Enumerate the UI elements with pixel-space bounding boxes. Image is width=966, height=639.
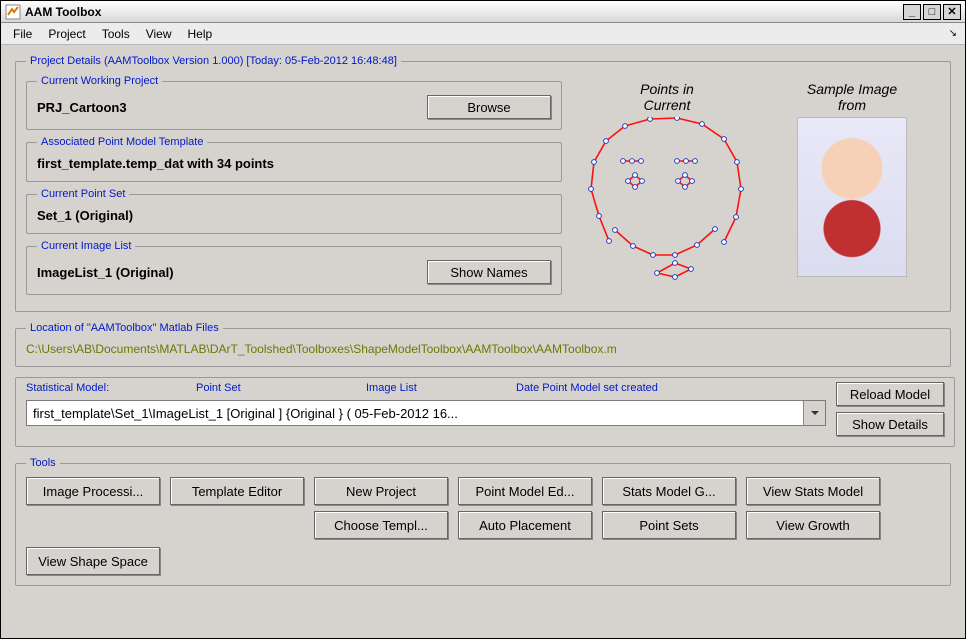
window-buttons: _ □ ✕ xyxy=(901,4,961,20)
cps-legend: Current Point Set xyxy=(37,188,129,200)
point-model-editor-button[interactable]: Point Model Ed... xyxy=(458,477,592,505)
image-processing-button[interactable]: Image Processi... xyxy=(26,477,160,505)
cps-group: Current Point Set Set_1 (Original) xyxy=(26,188,562,234)
sample-caption: Sample Image from xyxy=(782,81,922,113)
sample-image xyxy=(797,117,907,277)
choose-template-button[interactable]: Choose Templ... xyxy=(314,511,448,539)
app-icon xyxy=(5,4,21,20)
stat-lbl-model: Statistical Model: xyxy=(26,382,196,394)
view-shape-space-button[interactable]: View Shape Space xyxy=(26,547,160,575)
client-area: Project Details (AAMToolbox Version 1.00… xyxy=(1,45,965,638)
location-group: Location of "AAMToolbox" Matlab Files C:… xyxy=(15,322,951,367)
close-button[interactable]: ✕ xyxy=(943,4,961,20)
stat-lbl-pointset: Point Set xyxy=(196,382,366,394)
cwp-legend: Current Working Project xyxy=(37,75,162,87)
menu-help[interactable]: Help xyxy=(180,24,221,44)
new-project-button[interactable]: New Project xyxy=(314,477,448,505)
template-editor-button[interactable]: Template Editor xyxy=(170,477,304,505)
cil-legend: Current Image List xyxy=(37,240,135,252)
menu-project[interactable]: Project xyxy=(40,24,93,44)
menu-tools[interactable]: Tools xyxy=(94,24,138,44)
show-details-button[interactable]: Show Details xyxy=(836,412,944,436)
view-growth-button[interactable]: View Growth xyxy=(746,511,880,539)
titlebar: AAM Toolbox _ □ ✕ xyxy=(1,1,965,23)
stats-model-g-button[interactable]: Stats Model G... xyxy=(602,477,736,505)
window-title: AAM Toolbox xyxy=(25,5,901,19)
points-plot xyxy=(577,117,757,297)
apmt-legend: Associated Point Model Template xyxy=(37,136,207,148)
apmt-group: Associated Point Model Template first_te… xyxy=(26,136,562,182)
app-window: AAM Toolbox _ □ ✕ File Project Tools Vie… xyxy=(0,0,966,639)
stat-lbl-date: Date Point Model set created xyxy=(516,382,736,394)
sample-preview: Sample Image from xyxy=(782,81,922,277)
tools-group: Tools Image Processi... Template Editor … xyxy=(15,457,951,586)
menubar: File Project Tools View Help ↘ xyxy=(1,23,965,45)
points-preview: Points in Current xyxy=(572,81,762,300)
maximize-button[interactable]: □ xyxy=(923,4,941,20)
cil-group: Current Image List ImageList_1 (Original… xyxy=(26,240,562,295)
project-details-group: Project Details (AAMToolbox Version 1.00… xyxy=(15,55,951,312)
chevron-down-icon[interactable] xyxy=(803,401,825,425)
location-path: C:\Users\AB\Documents\MATLAB\DArT_Toolsh… xyxy=(26,342,940,356)
point-sets-button[interactable]: Point Sets xyxy=(602,511,736,539)
cwp-group: Current Working Project PRJ_Cartoon3 Bro… xyxy=(26,75,562,130)
menu-file[interactable]: File xyxy=(5,24,40,44)
cil-value: ImageList_1 (Original) xyxy=(37,265,419,280)
reload-model-button[interactable]: Reload Model xyxy=(836,382,944,406)
minimize-button[interactable]: _ xyxy=(903,4,921,20)
project-details-legend: Project Details (AAMToolbox Version 1.00… xyxy=(26,55,401,67)
points-caption: Points in Current xyxy=(572,81,762,113)
show-names-button[interactable]: Show Names xyxy=(427,260,551,284)
cwp-value: PRJ_Cartoon3 xyxy=(37,100,419,115)
cps-value: Set_1 (Original) xyxy=(37,208,133,223)
stat-model-value: first_template\Set_1\ImageList_1 [Origin… xyxy=(27,404,803,423)
apmt-value: first_template.temp_dat with 34 points xyxy=(37,156,274,171)
stat-lbl-imagelist: Image List xyxy=(366,382,516,394)
toolbar-corner-icon[interactable]: ↘ xyxy=(945,26,961,41)
stat-side-buttons: Reload Model Show Details xyxy=(836,382,944,436)
menu-view[interactable]: View xyxy=(138,24,180,44)
stat-model-combo[interactable]: first_template\Set_1\ImageList_1 [Origin… xyxy=(26,400,826,426)
view-stats-model-button[interactable]: View Stats Model xyxy=(746,477,880,505)
auto-placement-button[interactable]: Auto Placement xyxy=(458,511,592,539)
stat-header: Statistical Model: Point Set Image List … xyxy=(26,382,826,394)
stat-model-group: Statistical Model: Point Set Image List … xyxy=(15,377,955,447)
browse-button[interactable]: Browse xyxy=(427,95,551,119)
location-legend: Location of "AAMToolbox" Matlab Files xyxy=(26,322,223,334)
tools-legend: Tools xyxy=(26,457,60,469)
